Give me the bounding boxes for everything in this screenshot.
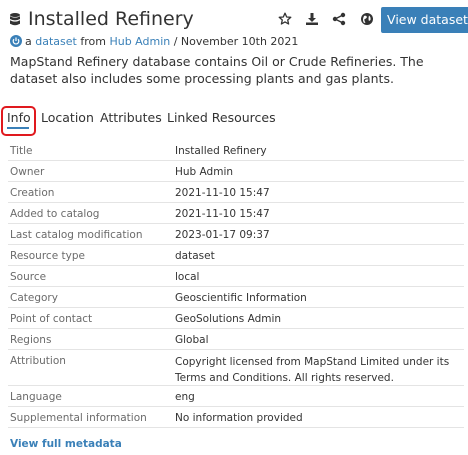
metadata-row: Supplemental information No information … — [8, 407, 464, 428]
metadata-row: Creation 2021-11-10 15:47 — [8, 182, 464, 203]
metadata-value: Installed Refinery — [175, 145, 267, 157]
metadata-row: Owner Hub Admin — [8, 161, 464, 182]
globe-icon[interactable] — [360, 12, 374, 26]
tab-location[interactable]: Location — [41, 110, 94, 126]
database-icon — [10, 13, 20, 26]
regions-value-link[interactable]: Global — [175, 333, 464, 348]
tab-info[interactable]: Info — [7, 110, 31, 126]
tab-attributes[interactable]: Attributes — [100, 110, 162, 126]
metadata-value: 2021-11-10 15:47 — [175, 208, 270, 220]
download-icon[interactable] — [305, 12, 319, 26]
active-tab-underline — [7, 127, 29, 129]
view-dataset-button[interactable]: View dataset — [381, 7, 468, 33]
resource-type-value-link[interactable]: dataset — [175, 249, 464, 264]
owner-value-link[interactable]: Hub Admin — [175, 165, 464, 180]
metadata-row: Point of contact GeoSolutions Admin — [8, 308, 464, 329]
metadata-key: Creation — [10, 187, 55, 199]
power-icon — [10, 35, 22, 47]
metadata-key: Resource type — [10, 250, 85, 262]
dataset-description: MapStand Refinery database contains Oil … — [10, 54, 424, 86]
metadata-key: Added to catalog — [10, 208, 100, 220]
star-icon[interactable] — [278, 12, 292, 26]
byline-from: from — [80, 35, 106, 48]
metadata-key: Supplemental information — [10, 412, 147, 424]
owner-link[interactable]: Hub Admin — [109, 35, 170, 48]
metadata-key: Last catalog modification — [10, 229, 143, 241]
metadata-row: Resource type dataset — [8, 245, 464, 266]
share-icon[interactable] — [332, 12, 346, 26]
metadata-row: Language eng — [8, 386, 464, 407]
metadata-value: 2023-01-17 09:37 — [175, 229, 270, 241]
tab-linked-resources[interactable]: Linked Resources — [167, 110, 276, 126]
metadata-value: eng — [175, 391, 195, 403]
metadata-key: Regions — [10, 334, 52, 346]
metadata-row: Attribution Copyright licensed from MapS… — [8, 350, 464, 386]
metadata-row: Last catalog modification 2023-01-17 09:… — [8, 224, 464, 245]
category-value-link[interactable]: Geoscientific Information — [175, 291, 464, 306]
page-title: Installed Refinery — [28, 8, 194, 30]
metadata-key: Language — [10, 391, 62, 403]
metadata-key: Owner — [10, 166, 45, 178]
dataset-header: Installed Refinery View dataset — [10, 6, 468, 34]
byline: a dataset from Hub Admin / November 10th… — [10, 35, 298, 49]
metadata-key: Source — [10, 271, 47, 283]
publish-date: / November 10th 2021 — [173, 35, 299, 48]
metadata-row: Added to catalog 2021-11-10 15:47 — [8, 203, 464, 224]
metadata-row: Regions Global — [8, 329, 464, 350]
metadata-row: Source local — [8, 266, 464, 287]
metadata-row: Category Geoscientific Information — [8, 287, 464, 308]
metadata-key: Category — [10, 292, 58, 304]
tab-bar: Info Location Attributes Linked Resource… — [0, 106, 468, 136]
metadata-value: Copyright licensed from MapStand Limited… — [175, 356, 450, 384]
metadata-value: local — [175, 271, 200, 283]
metadata-value: No information provided — [175, 412, 303, 424]
point-of-contact-value-link[interactable]: GeoSolutions Admin — [175, 312, 464, 327]
metadata-key: Point of contact — [10, 313, 93, 325]
view-full-metadata-link[interactable]: View full metadata — [10, 438, 122, 450]
metadata-row: Title Installed Refinery — [8, 140, 464, 161]
metadata-table: Title Installed Refinery Owner Hub Admin… — [8, 140, 464, 428]
resource-type-link[interactable]: dataset — [35, 35, 77, 48]
metadata-key: Attribution — [10, 355, 66, 367]
metadata-key: Title — [10, 145, 33, 157]
metadata-value: 2021-11-10 15:47 — [175, 187, 270, 199]
byline-prefix: a — [25, 35, 32, 48]
